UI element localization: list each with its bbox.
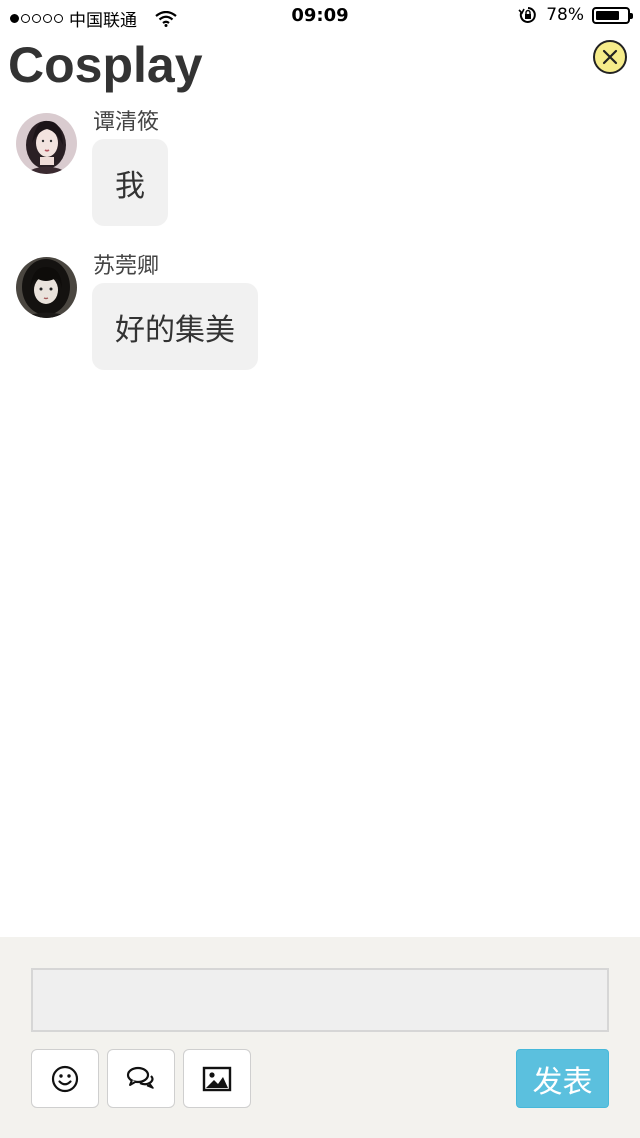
chat-bubbles-icon xyxy=(126,1066,154,1089)
sender-name: 苏莞卿 xyxy=(93,254,160,279)
close-button[interactable] xyxy=(593,40,627,74)
orientation-lock-icon xyxy=(518,7,537,23)
battery-icon xyxy=(592,6,633,24)
composer: 发表 xyxy=(0,937,640,1138)
image-icon xyxy=(202,1066,232,1091)
avatar[interactable] xyxy=(16,113,77,174)
chat-screen: 中国联通 09:09 78% Cosplay 谭清筱 我 苏莞卿 好的集美 发表 xyxy=(0,0,640,1138)
battery-percent: 78% xyxy=(546,5,584,25)
avatar[interactable] xyxy=(16,257,77,318)
page-title: Cosplay xyxy=(8,37,203,93)
message-input[interactable] xyxy=(31,968,609,1032)
emoji-button[interactable] xyxy=(31,1049,99,1108)
close-icon xyxy=(602,49,618,65)
quote-button[interactable] xyxy=(107,1049,175,1108)
image-button[interactable] xyxy=(183,1049,251,1108)
message-bubble: 好的集美 xyxy=(92,283,258,370)
send-button[interactable]: 发表 xyxy=(516,1049,609,1108)
message-bubble: 我 xyxy=(92,139,168,226)
status-bar: 中国联通 09:09 78% xyxy=(0,0,640,34)
status-right: 78% xyxy=(518,5,633,25)
sender-name: 谭清筱 xyxy=(93,110,160,135)
smiley-icon xyxy=(51,1065,79,1092)
